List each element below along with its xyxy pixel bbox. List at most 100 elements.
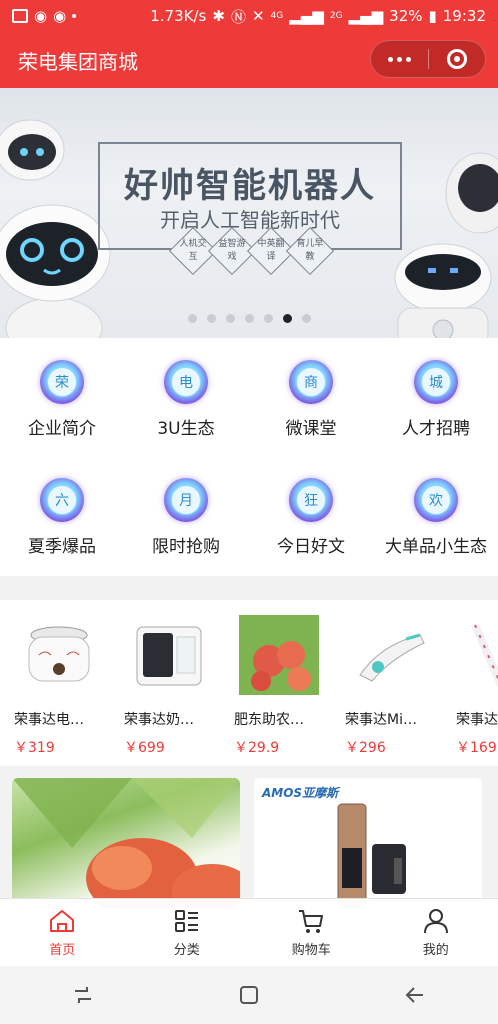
tab-cart[interactable]: 购物车 [249, 899, 374, 966]
carousel-indicator [0, 314, 498, 323]
user-icon [423, 909, 448, 934]
banner-title: 好帅智能机器人 [124, 166, 376, 206]
menu-label: 企业简介 [28, 419, 96, 439]
signal-icon: ▂▄▆ [289, 7, 324, 25]
bottle-sterilizer-image [136, 626, 202, 686]
robot-right-icon [394, 243, 492, 338]
banner-carousel[interactable]: 好帅智能机器人 开启人工智能新时代 人机交互 益智游戏 中英翻译 育儿早教 [0, 88, 498, 338]
status-bar: ◉ ◉ 1.73K/s ✱ Ⓝ ✕ 4G ▂▄▆ 2G ▂▄▆ 32% ▮ 19… [0, 0, 498, 32]
more-notification-icon [72, 14, 77, 18]
system-nav-bar [0, 966, 498, 1024]
battery-icon: ▮ [428, 7, 437, 25]
status-left-icons: ◉ ◉ [12, 7, 77, 25]
tab-label: 首页 [49, 943, 76, 958]
menu-item-big-product-ecosystem[interactable]: 欢 大单品小生态 [374, 478, 498, 557]
menu-label: 人才招聘 [402, 419, 470, 439]
app-screen: ◉ ◉ 1.73K/s ✱ Ⓝ ✕ 4G ▂▄▆ 2G ▂▄▆ 32% ▮ 19… [0, 0, 498, 1024]
network-2g: 2G [329, 11, 343, 21]
back-icon[interactable] [403, 983, 427, 1007]
menu-item-company-intro[interactable]: 荣 企业简介 [0, 360, 124, 439]
more-menu-button[interactable] [371, 40, 428, 78]
product-card[interactable]: 荣事达Mi… ￥296 [345, 615, 445, 757]
carousel-dot[interactable] [187, 314, 197, 323]
banner-badges: 人机交互 益智游戏 中英翻译 育儿早教 [168, 226, 335, 276]
product-price: ￥169 [456, 740, 497, 756]
tab-category[interactable]: 分类 [125, 899, 250, 966]
garment-steamer-image [359, 633, 425, 682]
product-card[interactable]: 荣事达奶… ￥699 [124, 615, 224, 757]
peach-photo [12, 778, 240, 908]
image-notification-icon [12, 9, 28, 23]
carousel-dot[interactable] [263, 314, 273, 323]
banner-subtitle: 开启人工智能新时代 [160, 208, 340, 232]
weibo-icon: ◉ [53, 7, 67, 25]
bluetooth-icon: ✱ [212, 7, 225, 25]
close-miniprogram-button[interactable] [428, 40, 485, 78]
product-card[interactable]: 肥东助农… ￥29.9 [234, 615, 334, 757]
target-icon [446, 49, 467, 69]
orb-icon: 六 [40, 478, 84, 522]
product-name: 荣事达奶… [124, 712, 194, 728]
carousel-dot[interactable] [244, 314, 254, 323]
weibo-icon: ◉ [34, 7, 48, 25]
mute-icon: ✕ [251, 7, 265, 25]
battery-level: 32% [389, 7, 423, 25]
robot-head-icon [0, 119, 65, 181]
home-nav-icon[interactable] [237, 983, 261, 1007]
menu-label: 限时抢购 [152, 537, 220, 557]
menu-item-daily-articles[interactable]: 狂 今日好文 [249, 478, 373, 557]
nfc-icon: Ⓝ [230, 7, 246, 26]
menu-label: 3U生态 [157, 419, 215, 439]
signal-icon-2: ▂▄▆ [348, 7, 384, 25]
tab-label: 购物车 [291, 943, 331, 958]
carousel-dot[interactable] [225, 314, 235, 323]
product-price: ￥29.9 [234, 740, 280, 756]
menu-label: 大单品小生态 [385, 537, 487, 557]
menu-item-3u-ecosystem[interactable]: 电 3U生态 [124, 360, 248, 439]
carousel-dot[interactable] [301, 314, 311, 323]
cart-icon [299, 910, 324, 933]
tab-label: 我的 [422, 943, 449, 958]
product-carousel[interactable]: 荣事达电… ￥319 荣事达奶… ￥699 肥东助农… ￥29.9 荣事达Mi…… [0, 600, 498, 766]
title-bar: 荣电集团商城 [0, 32, 498, 88]
product-price: ￥699 [124, 740, 165, 756]
orb-icon: 电 [164, 360, 208, 404]
product-name: 荣事达Mi… [345, 712, 417, 728]
product-name: 荣事达 [456, 712, 498, 728]
category-grid: 荣 企业简介 电 3U生态 商 微课堂 城 人才招聘 六 夏季爆品 月 限时抢购… [0, 338, 498, 576]
tab-profile[interactable]: 我的 [374, 899, 498, 966]
orb-icon: 荣 [40, 360, 84, 404]
robot-right-head-icon [445, 152, 498, 234]
menu-item-recruitment[interactable]: 城 人才招聘 [374, 360, 498, 439]
orb-icon: 月 [164, 478, 208, 522]
menu-label: 微课堂 [285, 419, 337, 439]
tab-label: 分类 [173, 943, 200, 958]
orb-icon: 狂 [289, 478, 333, 522]
status-right: 1.73K/s ✱ Ⓝ ✕ 4G ▂▄▆ 2G ▂▄▆ 32% ▮ 19:32 [150, 6, 486, 27]
menu-item-summer-hits[interactable]: 六 夏季爆品 [0, 478, 124, 557]
menu-label: 今日好文 [277, 537, 345, 557]
product-name: 肥东助农… [234, 712, 304, 728]
category-icon [174, 910, 198, 932]
recent-apps-icon[interactable] [71, 983, 95, 1007]
orb-icon: 欢 [414, 478, 458, 522]
carousel-dot[interactable] [206, 314, 216, 323]
page-title: 荣电集团商城 [18, 49, 138, 74]
promo-card-smart-lock[interactable]: AMOS亚摩斯 [254, 778, 482, 908]
home-icon [50, 910, 75, 932]
tab-home[interactable]: 首页 [0, 899, 125, 966]
menu-label: 夏季爆品 [28, 537, 96, 557]
menu-item-micro-class[interactable]: 商 微课堂 [249, 360, 373, 439]
orb-icon: 商 [289, 360, 333, 404]
product-price: ￥296 [345, 740, 386, 756]
promo-card-peach[interactable] [12, 778, 240, 908]
network-4g: 4G [270, 11, 284, 21]
product-name: 荣事达电… [14, 712, 84, 728]
product-card[interactable]: 荣事达 ￥169 [456, 615, 498, 757]
bottom-tab-bar: 首页 分类 购物车 我的 [0, 898, 498, 966]
carousel-dot-active[interactable] [282, 314, 292, 323]
brand-logo: AMOS亚摩斯 [262, 786, 339, 800]
product-price: ￥319 [14, 740, 55, 756]
menu-item-flash-sale[interactable]: 月 限时抢购 [124, 478, 248, 557]
product-card[interactable]: 荣事达电… ￥319 [14, 615, 114, 757]
